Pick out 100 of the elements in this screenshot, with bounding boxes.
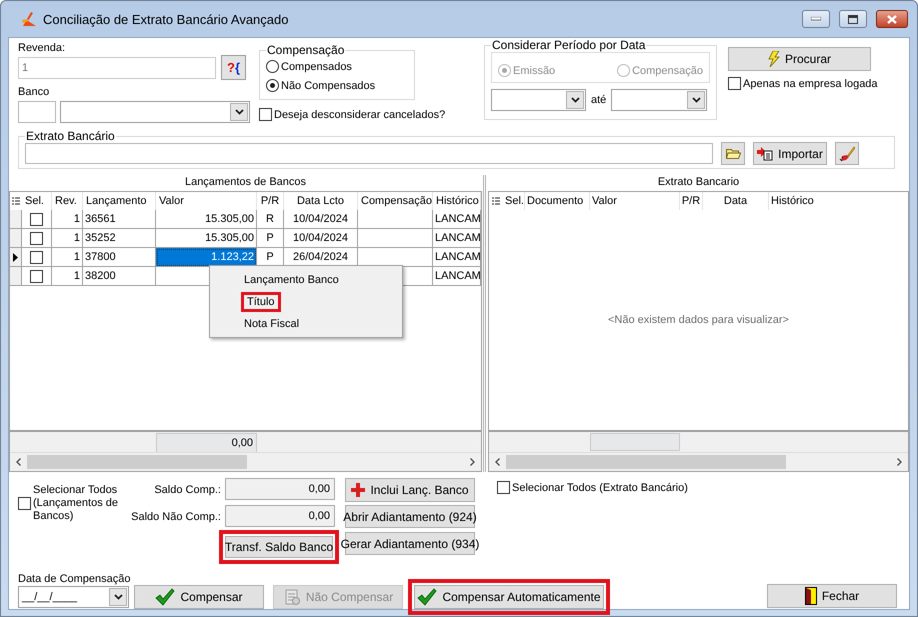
horizontal-scrollbar[interactable] <box>489 452 908 471</box>
field-label: Saldo Não Comp.: <box>130 511 222 523</box>
radio-button[interactable] <box>266 60 279 73</box>
check-icon <box>417 588 438 606</box>
date-dropdown[interactable] <box>491 89 586 111</box>
menu-item[interactable]: Lançamento Banco <box>241 272 342 286</box>
window-title: Conciliação de Extrato Bancário Avançado <box>43 12 290 26</box>
radio-label: Compensação <box>632 64 703 76</box>
menu-item[interactable]: Título <box>244 294 278 308</box>
action-button[interactable]: Compensar Automaticamente <box>414 585 604 609</box>
checkbox-label: Selecionar Todos (Extrato Bancário) <box>512 482 688 494</box>
table-cell: LANCAM <box>433 229 481 248</box>
scroll-left-icon[interactable] <box>495 458 500 466</box>
date-dropdown[interactable]: __/__/____ <box>18 586 129 608</box>
table-cell: P <box>257 229 284 248</box>
scrollbar-thumb[interactable] <box>506 455 786 469</box>
column-header[interactable]: Compensação <box>358 192 433 210</box>
dropdown[interactable] <box>60 101 250 123</box>
checkbox[interactable] <box>30 270 43 282</box>
action-button[interactable]: Inclui Lanç. Banco <box>345 478 475 502</box>
clear-button[interactable] <box>835 142 859 165</box>
row-header-cell[interactable] <box>10 210 22 229</box>
scroll-left-icon[interactable] <box>16 458 21 466</box>
import-button[interactable]: Importar <box>753 142 827 165</box>
checkbox[interactable] <box>18 497 31 510</box>
column-header[interactable]: Data <box>703 192 769 210</box>
radio-button[interactable] <box>266 79 279 92</box>
search-button[interactable]: Procurar <box>728 47 871 71</box>
current-row-icon <box>13 252 18 262</box>
range-label: até <box>591 94 606 106</box>
group-title: Considerar Período por Data <box>491 38 646 52</box>
folder-icon <box>726 148 740 159</box>
scroll-right-icon[interactable] <box>897 458 902 466</box>
table-cell: 36561 <box>83 210 156 229</box>
eraser-icon <box>839 146 855 162</box>
action-button[interactable]: Compensar <box>134 585 264 609</box>
checkbox[interactable] <box>30 250 43 264</box>
lookup-button[interactable]: ?{ <box>221 55 246 80</box>
maximize-button[interactable] <box>839 10 867 28</box>
column-header[interactable]: Valor <box>590 192 680 210</box>
close-button[interactable]: Fechar <box>767 584 897 608</box>
input-field[interactable]: 1 <box>18 56 216 78</box>
grid-title: Lançamentos de Bancos <box>184 175 306 190</box>
door-icon <box>804 587 817 605</box>
horizontal-scrollbar[interactable] <box>10 452 481 471</box>
table-cell: 38200 <box>83 267 156 286</box>
group-title: Compensação <box>266 43 346 57</box>
column-header[interactable]: Histórico <box>769 192 908 210</box>
group-title: Extrato Bancário <box>25 129 116 143</box>
total-cell: 0,00 <box>156 433 257 453</box>
row-header-cell[interactable] <box>10 267 22 286</box>
action-button[interactable]: Abrir Adiantamento (924) <box>345 505 475 528</box>
table-cell: 15.305,00 <box>156 210 257 229</box>
column-header[interactable]: Sel. <box>22 192 52 210</box>
minimize-button[interactable] <box>802 10 830 28</box>
chevron-down-icon <box>234 109 244 115</box>
input-field[interactable] <box>25 143 713 164</box>
lightning-icon <box>768 51 780 67</box>
maximize-icon <box>848 14 858 24</box>
radio-label: Não Compensados <box>281 80 376 92</box>
plus-icon <box>351 483 366 497</box>
column-header[interactable]: Lançamento <box>83 192 156 210</box>
minimize-icon <box>811 17 821 21</box>
column-header[interactable]: Rev. <box>52 192 83 210</box>
row-header-cell[interactable] <box>10 229 22 248</box>
column-header[interactable]: P/R <box>257 192 284 210</box>
table-cell: LANCAM <box>433 210 481 229</box>
checkbox-label: Apenas na empresa logada <box>743 78 878 90</box>
scroll-right-icon[interactable] <box>470 458 475 466</box>
column-header[interactable]: P/R <box>680 192 703 210</box>
transfer-button[interactable]: Transf. Saldo Banco <box>225 536 333 558</box>
checkbox-label: Deseja desconsiderar cancelados? <box>274 108 446 120</box>
menu-item[interactable]: Nota Fiscal <box>241 316 302 330</box>
checkbox[interactable] <box>259 108 272 121</box>
chevron-down-icon <box>114 594 122 600</box>
input-field[interactable] <box>18 101 56 123</box>
row-header-cell[interactable] <box>10 248 22 267</box>
column-header[interactable]: Data Lcto <box>284 192 358 210</box>
field-label: Banco <box>18 85 50 99</box>
column-header[interactable]: Sel. <box>503 192 525 210</box>
column-header[interactable]: Documento <box>525 192 590 210</box>
check-icon <box>155 588 176 606</box>
checkbox[interactable] <box>30 212 43 226</box>
table-cell: 35252 <box>83 229 156 248</box>
column-chooser-icon <box>492 196 500 206</box>
column-chooser-icon <box>12 196 20 206</box>
date-dropdown[interactable] <box>611 89 708 111</box>
field-label: Data de Compensação <box>18 572 129 586</box>
empty-message: <Não existem dados para visualizar> <box>608 314 789 326</box>
checkbox[interactable] <box>728 77 741 90</box>
checkbox[interactable] <box>30 232 43 244</box>
table-cell: 1.123,22 <box>156 248 257 267</box>
scrollbar-thumb[interactable] <box>27 455 247 469</box>
column-header[interactable]: Valor <box>156 192 257 210</box>
table-cell: 10/04/2024 <box>284 229 358 248</box>
column-header[interactable]: Histórico <box>433 192 481 210</box>
close-button[interactable] <box>876 10 908 28</box>
open-folder-button[interactable] <box>721 142 745 165</box>
grid-title: Extrato Bancario <box>658 175 740 190</box>
checkbox[interactable] <box>497 481 510 494</box>
